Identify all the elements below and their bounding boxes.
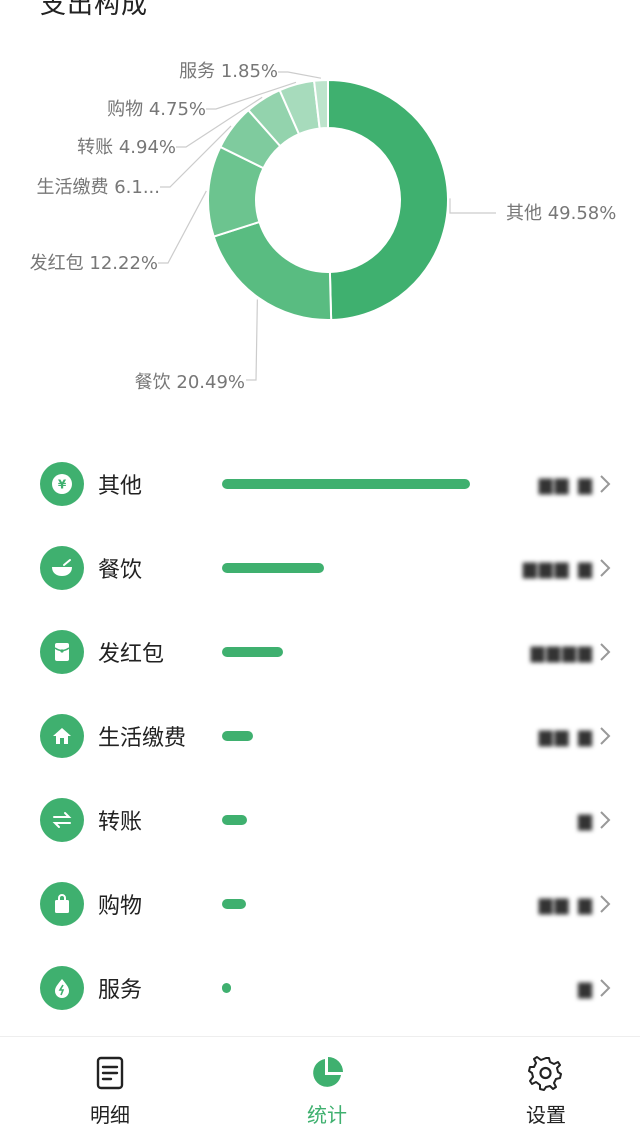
chevron-right-icon [600, 475, 611, 493]
category-row-service[interactable]: 服务 ▆ [0, 946, 640, 1030]
expense-donut-chart: 其他 49.58% 餐饮 20.49% 发红包 12.22% 生活缴费 6.1... 转… [30, 61, 617, 393]
amount-value: ▆▆▆ ▆ [522, 558, 594, 579]
percent-bar [222, 731, 253, 741]
chevron-right-icon [600, 895, 611, 913]
home-icon [40, 714, 84, 758]
yen-icon: ¥ [40, 462, 84, 506]
donut-slice[interactable] [212, 220, 333, 321]
donut-leader-line [449, 198, 496, 214]
chevron-right-icon [600, 979, 611, 997]
chevron-right-icon [600, 811, 611, 829]
amount-value: ▆ [578, 978, 594, 999]
percent-bar-track [222, 563, 470, 573]
chevron-right-icon [600, 643, 611, 661]
percent-bar-track [222, 731, 470, 741]
red-envelope-icon [40, 630, 84, 674]
page-title: 支出构成 [40, 0, 149, 20]
donut-slice-label: 转账 4.94% [77, 137, 176, 158]
category-row-transfer[interactable]: 转账 ▆ [0, 778, 640, 862]
percent-bar [222, 647, 283, 657]
category-row-utilities[interactable]: 生活缴费 ▆▆ ▆ [0, 694, 640, 778]
category-list: ¥ 其他 ▆▆ ▆ 餐饮 ▆▆▆ ▆ 发红包 ▆▆▆▆ 生活缴费 ▆▆ ▆ 转账… [0, 442, 640, 1030]
shopping-bag-icon [40, 882, 84, 926]
pie-chart-icon [313, 1057, 343, 1087]
service-icon [40, 966, 84, 1010]
percent-bar [222, 983, 231, 993]
percent-bar [222, 899, 246, 909]
bowl-icon [40, 546, 84, 590]
percent-bar-track [222, 647, 470, 657]
donut-leader-line [246, 299, 258, 381]
category-name: 购物 [98, 894, 143, 919]
svg-text:¥: ¥ [58, 478, 67, 492]
category-row-other[interactable]: ¥ 其他 ▆▆ ▆ [0, 442, 640, 526]
tab-statistics[interactable]: 统计 [267, 1037, 387, 1138]
category-row-shopping[interactable]: 购物 ▆▆ ▆ [0, 862, 640, 946]
category-row-red-envelope[interactable]: 发红包 ▆▆▆▆ [0, 610, 640, 694]
percent-bar [222, 479, 470, 489]
percent-bar-track [222, 815, 470, 825]
gear-icon [528, 1056, 562, 1091]
category-row-dining[interactable]: 餐饮 ▆▆▆ ▆ [0, 526, 640, 610]
bottom-tab-bar: 明细 统计 设置 [0, 1036, 640, 1138]
tab-label: 统计 [307, 1103, 347, 1127]
tab-label: 设置 [526, 1103, 566, 1127]
category-name: 服务 [98, 978, 143, 1003]
tab-label: 明细 [90, 1103, 130, 1127]
percent-bar [222, 815, 247, 825]
percent-bar-track [222, 899, 470, 909]
donut-slice[interactable] [327, 78, 449, 321]
tab-details[interactable]: 明细 [50, 1037, 170, 1138]
donut-leader-line [278, 71, 322, 79]
donut-slice-label: 餐饮 20.49% [135, 372, 245, 393]
percent-bar-track [222, 983, 470, 993]
chevron-right-icon [600, 559, 611, 577]
percent-bar-track [222, 479, 470, 489]
amount-value: ▆▆ ▆ [538, 726, 594, 747]
transfer-icon [40, 798, 84, 842]
amount-value: ▆▆ ▆ [538, 894, 594, 915]
donut-slice-label: 发红包 12.22% [30, 253, 158, 274]
chevron-right-icon [600, 727, 611, 745]
tab-settings[interactable]: 设置 [486, 1037, 606, 1138]
percent-bar [222, 563, 324, 573]
category-name: 发红包 [98, 642, 165, 667]
category-name: 其他 [98, 474, 143, 499]
category-name: 生活缴费 [98, 726, 187, 751]
amount-value: ▆▆▆▆ [530, 642, 594, 663]
amount-value: ▆▆ ▆ [538, 474, 594, 495]
statistics-page: 支出构成 其他 49.58% 餐饮 20.49% 发红包 12.22% 生活缴费 6.… [0, 0, 640, 1138]
document-icon [96, 1056, 124, 1090]
amount-value: ▆ [578, 810, 594, 831]
donut-leader-line [158, 190, 207, 264]
category-name: 转账 [98, 810, 143, 835]
donut-slice-label: 生活缴费 6.1... [36, 177, 160, 198]
donut-slice-label: 其他 49.58% [506, 203, 616, 224]
donut-slice-label: 服务 1.85% [179, 61, 278, 82]
donut-slice-label: 购物 4.75% [107, 99, 206, 120]
category-name: 餐饮 [98, 558, 143, 583]
